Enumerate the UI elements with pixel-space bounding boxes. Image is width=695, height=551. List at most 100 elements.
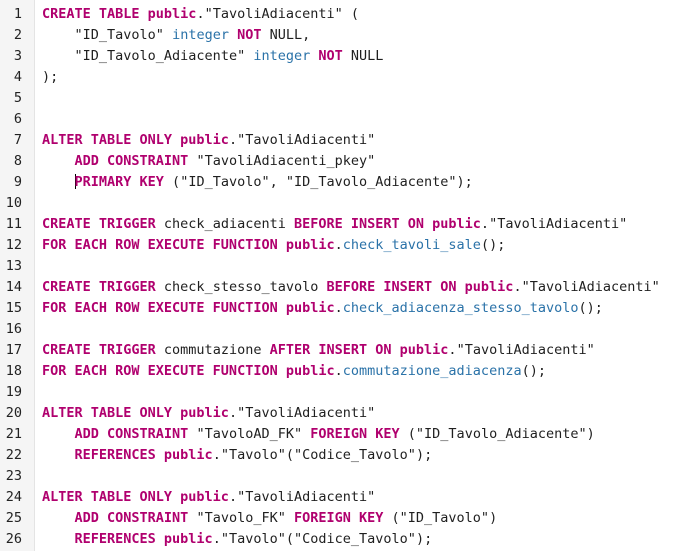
code-token-str: "ID_Tavolo" <box>399 510 490 526</box>
line-number: 14 <box>5 279 22 295</box>
code-line[interactable]: 13 <box>0 256 695 277</box>
code-token-kw: FOREIGN KEY <box>310 426 400 442</box>
line-code: REFERENCES public."Tavolo"("Codice_Tavol… <box>42 529 433 550</box>
code-token-str: "TavoliAdiacenti" <box>237 489 376 505</box>
line-number: 25 <box>5 510 22 526</box>
code-token-kw: NOT <box>237 27 262 43</box>
code-token-punc <box>42 153 75 169</box>
code-token-punc: commutazione <box>163 342 270 358</box>
code-token-kw: CREATE TRIGGER <box>42 342 164 358</box>
code-token-str: "TavoliAdiacenti" <box>456 342 595 358</box>
line-number: 23 <box>5 468 22 484</box>
code-line[interactable]: 12 FOR EACH ROW EXECUTE FUNCTION public.c… <box>0 235 695 256</box>
code-token-schema: public <box>163 531 213 547</box>
code-token-kw: REFERENCES <box>74 531 164 547</box>
code-token-punc: . <box>513 279 522 295</box>
code-line[interactable]: 1 CREATE TABLE public."TavoliAdiacenti" ( <box>0 4 695 25</box>
line-number: 8 <box>13 153 22 169</box>
code-token-punc: ) <box>489 510 498 526</box>
code-token-kw: ALTER TABLE ONLY <box>42 405 181 421</box>
code-line[interactable]: 5 <box>0 88 695 109</box>
line-number: 15 <box>5 300 22 316</box>
code-token-punc <box>229 27 237 43</box>
line-number: 10 <box>5 195 22 211</box>
line-number: 11 <box>5 216 22 232</box>
code-line[interactable]: 22 REFERENCES public."Tavolo"("Codice_Ta… <box>0 445 695 466</box>
code-token-punc: . <box>334 363 343 379</box>
code-token-punc: . <box>334 300 343 316</box>
code-line[interactable]: 10 <box>0 193 695 214</box>
code-token-punc: check_adiacenti <box>163 216 294 232</box>
code-line[interactable]: 15 FOR EACH ROW EXECUTE FUNCTION public.c… <box>0 298 695 319</box>
code-line[interactable]: 9 PRIMARY KEY ("ID_Tavolo", "ID_Tavolo_A… <box>0 172 695 193</box>
code-token-schema: public <box>285 237 335 253</box>
code-token-punc: (); <box>521 363 546 379</box>
code-token-str: "Tavolo" <box>220 531 286 547</box>
code-token-punc: NULL <box>342 48 384 64</box>
code-token-punc: . <box>228 132 238 148</box>
code-token-punc: ( <box>163 174 181 190</box>
code-token-str: "ID_Tavolo_Adiacente" <box>285 174 457 190</box>
code-token-punc: . <box>334 237 343 253</box>
line-number: 16 <box>5 321 22 337</box>
line-number: 17 <box>5 342 22 358</box>
line-code: ADD CONSTRAINT "TavoloAD_FK" FOREIGN KEY… <box>42 424 595 445</box>
code-line[interactable]: 23 <box>0 466 695 487</box>
code-token-punc: ) <box>586 426 595 442</box>
code-line[interactable]: 21 ADD CONSTRAINT "TavoloAD_FK" FOREIGN … <box>0 424 695 445</box>
line-code: CREATE TRIGGER check_stesso_tavolo BEFOR… <box>42 277 660 298</box>
line-number: 1 <box>13 6 22 22</box>
code-token-str: "ID_Tavolo" <box>180 174 270 190</box>
code-line[interactable]: 19 <box>0 382 695 403</box>
line-code: ALTER TABLE ONLY public."TavoliAdiacenti… <box>42 487 375 508</box>
code-token-str: "TavoliAdiacenti_pkey" <box>196 153 376 169</box>
code-token-kw: AFTER INSERT ON <box>269 342 400 358</box>
code-token-kw: ADD CONSTRAINT <box>74 510 197 526</box>
line-number: 19 <box>5 384 22 400</box>
code-editor[interactable]: 1 CREATE TABLE public. "TavoliAdiacenti" (… <box>0 0 695 551</box>
line-code: ALTER TABLE ONLY public."TavoliAdiacenti… <box>42 403 375 424</box>
code-token-kw: CREATE TRIGGER <box>42 279 164 295</box>
line-number: 9 <box>13 174 22 190</box>
code-line[interactable]: 11 CREATE TRIGGER check_adiacenti BEFORE … <box>0 214 695 235</box>
line-code: CREATE TRIGGER commutazione AFTER INSERT… <box>42 340 595 361</box>
code-line[interactable]: 25 ADD CONSTRAINT "Tavolo_FK" FOREIGN KE… <box>0 508 695 529</box>
code-line[interactable]: 24 ALTER TABLE ONLY public."TavoliAdiacen… <box>0 487 695 508</box>
code-line[interactable]: 17 CREATE TRIGGER commutazione AFTER INSE… <box>0 340 695 361</box>
code-line[interactable]: 26 REFERENCES public."Tavolo"("Codice_Ta… <box>0 529 695 550</box>
code-line[interactable]: 4); <box>0 67 695 88</box>
code-token-schema: public <box>147 6 197 22</box>
code-token-punc: . <box>212 531 221 547</box>
code-token-fn: integer <box>253 48 311 64</box>
code-line[interactable]: 8 ADD CONSTRAINT "TavoliAdiacenti_pkey" <box>0 151 695 172</box>
code-token-schema: public <box>432 216 481 232</box>
code-token-punc <box>42 48 75 64</box>
code-token-kw: CREATE TABLE <box>42 6 148 22</box>
code-token-str: "ID_Tavolo_Adiacente" <box>415 426 587 442</box>
code-line[interactable]: 14 CREATE TRIGGER check_stesso_tavolo BEF… <box>0 277 695 298</box>
code-token-schema: public <box>285 300 335 316</box>
code-token-punc: check_stesso_tavolo <box>163 279 327 295</box>
line-number: 3 <box>13 48 22 64</box>
code-lines[interactable]: 1 CREATE TABLE public. "TavoliAdiacenti" (… <box>0 4 695 550</box>
code-line[interactable]: 6 <box>0 109 695 130</box>
code-line[interactable]: 3 "ID_Tavolo_Adiacente" integer NOT NULL <box>0 46 695 67</box>
line-code: FOR EACH ROW EXECUTE FUNCTION public.che… <box>42 298 603 319</box>
code-token-punc <box>164 27 172 43</box>
code-line[interactable]: 20 ALTER TABLE ONLY public."TavoliAdiacen… <box>0 403 695 424</box>
code-line[interactable]: 7 ALTER TABLE ONLY public."TavoliAdiacent… <box>0 130 695 151</box>
code-line[interactable]: 18 FOR EACH ROW EXECUTE FUNCTION public.c… <box>0 361 695 382</box>
line-code: ); <box>42 67 58 88</box>
code-token-punc <box>286 510 294 526</box>
code-token-punc: . <box>196 6 205 22</box>
code-token-kw: BEFORE INSERT ON <box>326 279 465 295</box>
code-line[interactable]: 16 <box>0 319 695 340</box>
code-token-punc <box>42 426 75 442</box>
code-token-kw: FOR EACH ROW EXECUTE FUNCTION <box>42 300 286 316</box>
code-token-punc: ); <box>415 447 433 463</box>
line-number: 26 <box>5 531 22 547</box>
code-token-schema: public <box>180 132 229 148</box>
line-number: 4 <box>13 69 22 85</box>
code-line[interactable]: 2 "ID_Tavolo" integer NOT NULL, <box>0 25 695 46</box>
code-token-kw: CREATE TRIGGER <box>42 216 164 232</box>
